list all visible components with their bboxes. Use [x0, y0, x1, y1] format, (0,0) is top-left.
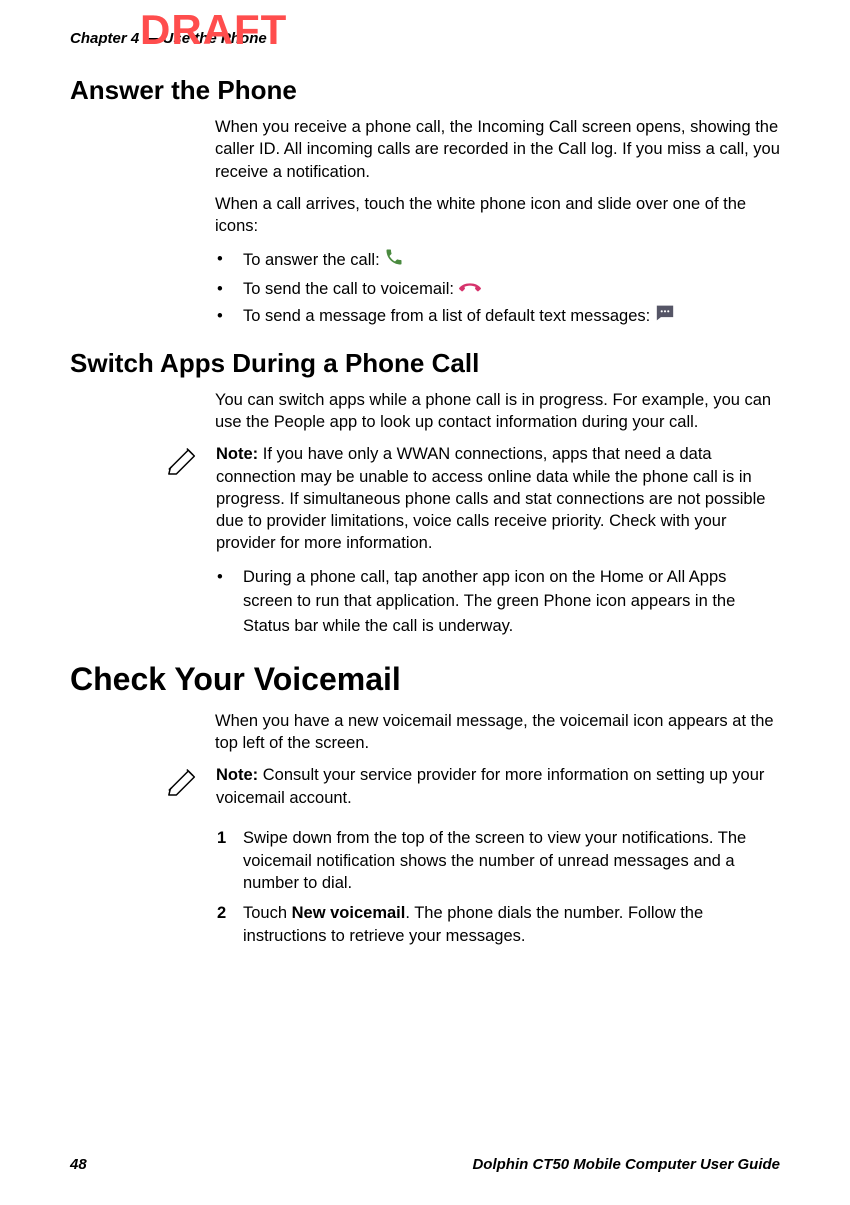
step2-prefix: Touch [243, 904, 292, 922]
voicemail-p1: When you have a new voicemail message, t… [215, 710, 780, 755]
switch-bullet-list: During a phone call, tap another app ico… [215, 565, 780, 639]
switch-p1: You can switch apps while a phone call i… [215, 389, 780, 434]
answer-bullet-1-text: To answer the call: [243, 252, 384, 270]
pencil-note-icon [166, 764, 208, 809]
switch-bullet-1: During a phone call, tap another app ico… [215, 565, 780, 639]
voicemail-step-2: Touch New voicemail. The phone dials the… [215, 902, 780, 947]
answer-p1: When you receive a phone call, the Incom… [215, 116, 780, 183]
answer-p2: When a call arrives, touch the white pho… [215, 193, 780, 238]
phone-answer-icon [384, 247, 404, 275]
heading-switch-apps: Switch Apps During a Phone Call [70, 348, 780, 379]
answer-bullet-2: To send the call to voicemail: [215, 277, 780, 302]
phone-hangup-icon [459, 277, 481, 302]
guide-title: Dolphin CT50 Mobile Computer User Guide [472, 1156, 780, 1173]
voicemail-steps-block: Swipe down from the top of the screen to… [215, 827, 780, 946]
footer: 48 Dolphin CT50 Mobile Computer User Gui… [70, 1156, 780, 1173]
switch-note-body: If you have only a WWAN connections, app… [216, 445, 765, 552]
switch-apps-p1-block: You can switch apps while a phone call i… [215, 389, 780, 434]
heading-check-voicemail: Check Your Voicemail [70, 661, 780, 698]
switch-note-text: Note: If you have only a WWAN connection… [216, 443, 780, 554]
switch-bullet-block: During a phone call, tap another app ico… [215, 565, 780, 639]
draft-watermark: DRAFT [140, 6, 287, 54]
answer-bullet-3: To send a message from a list of default… [215, 304, 780, 330]
page-number: 48 [70, 1156, 87, 1173]
answer-bullet-2-text: To send the call to voicemail: [243, 280, 459, 298]
step2-bold: New voicemail [292, 904, 406, 922]
page: DRAFT Chapter 4 — Use the Phone Answer t… [0, 0, 850, 1205]
note-label: Note: [216, 766, 258, 784]
voicemail-steps: Swipe down from the top of the screen to… [215, 827, 780, 946]
voicemail-note-body: Consult your service provider for more i… [216, 766, 764, 806]
answer-bullet-list: To answer the call: To send the call to … [215, 247, 780, 330]
voicemail-note-text: Note: Consult your service provider for … [216, 764, 780, 809]
switch-note-row: Note: If you have only a WWAN connection… [70, 443, 780, 554]
answer-bullet-1: To answer the call: [215, 247, 780, 275]
note-label: Note: [216, 445, 258, 463]
answer-phone-block: When you receive a phone call, the Incom… [215, 116, 780, 330]
voicemail-step-1: Swipe down from the top of the screen to… [215, 827, 780, 894]
voicemail-note-row: Note: Consult your service provider for … [70, 764, 780, 809]
message-icon [655, 304, 675, 330]
voicemail-p1-block: When you have a new voicemail message, t… [215, 710, 780, 755]
heading-answer-phone: Answer the Phone [70, 75, 780, 106]
pencil-note-icon [166, 443, 208, 488]
answer-bullet-3-text: To send a message from a list of default… [243, 307, 655, 325]
